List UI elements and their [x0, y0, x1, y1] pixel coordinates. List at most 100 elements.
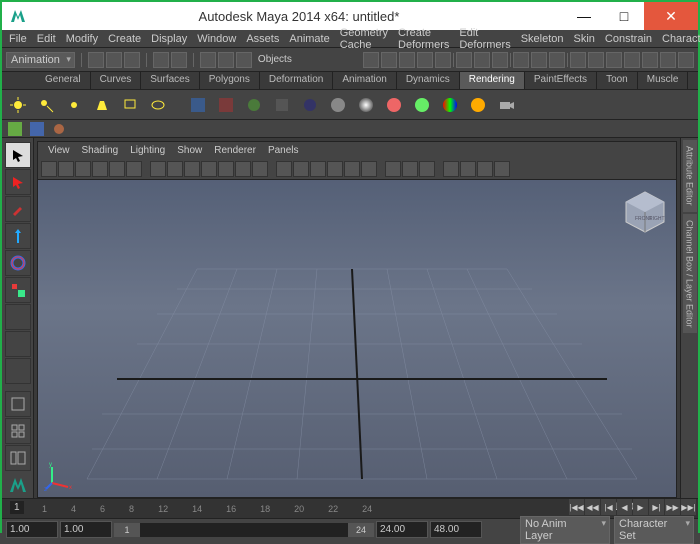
safe-title-icon[interactable] [252, 161, 268, 177]
outliner-icon[interactable] [624, 52, 640, 68]
select-component-icon[interactable] [236, 52, 252, 68]
smooth-shade-icon[interactable] [293, 161, 309, 177]
select-hierarchy-icon[interactable] [200, 52, 216, 68]
resolution-gate-icon[interactable] [184, 161, 200, 177]
range-slider[interactable]: 1 24 [114, 523, 374, 537]
shelf-tab-dynamics[interactable]: Dynamics [397, 72, 460, 89]
wire-on-shaded-icon[interactable] [344, 161, 360, 177]
select-tool[interactable] [5, 142, 31, 168]
hypershade-icon[interactable] [298, 93, 322, 117]
layout-single-icon[interactable] [570, 52, 586, 68]
batch-render-icon[interactable] [270, 93, 294, 117]
input-op-icon[interactable] [456, 52, 472, 68]
shelf-tab-rendering[interactable]: Rendering [460, 72, 525, 89]
shelf-tab-deformation[interactable]: Deformation [260, 72, 333, 89]
render-frame-icon[interactable] [513, 52, 529, 68]
paint-select-tool[interactable] [5, 196, 31, 222]
close-button[interactable]: ✕ [644, 2, 698, 30]
layered-icon[interactable] [466, 93, 490, 117]
view-cube[interactable]: FRONT RIGHT [622, 188, 668, 234]
soft-mod-tool[interactable] [5, 331, 31, 357]
menu-skin[interactable]: Skin [569, 33, 600, 45]
open-scene-icon[interactable] [106, 52, 122, 68]
step-forward-key-button[interactable]: ▶▶ [665, 499, 680, 515]
camera-icon[interactable] [494, 93, 518, 117]
select-object-icon[interactable] [218, 52, 234, 68]
go-to-start-button[interactable]: |◀◀ [569, 499, 584, 515]
menu-edit-deformers[interactable]: Edit Deformers [454, 27, 515, 51]
shelf-tab-surfaces[interactable]: Surfaces [141, 72, 199, 89]
single-perspective-layout[interactable] [5, 391, 31, 417]
universal-manip-tool[interactable] [5, 304, 31, 330]
snap-grid-icon[interactable] [363, 52, 379, 68]
redo-icon[interactable] [171, 52, 187, 68]
maya-help-icon[interactable] [5, 472, 31, 498]
menu-window[interactable]: Window [192, 33, 241, 45]
texture-3d-icon[interactable] [50, 121, 68, 137]
field-chart-icon[interactable] [218, 161, 234, 177]
film-gate-icon[interactable] [167, 161, 183, 177]
anim-start-field[interactable] [6, 521, 58, 538]
menu-edit[interactable]: Edit [32, 33, 61, 45]
maximize-button[interactable]: □ [604, 2, 644, 30]
viewport-renderer-icon[interactable] [443, 161, 459, 177]
ipr-render-icon[interactable] [531, 52, 547, 68]
bookmark-icon[interactable] [75, 161, 91, 177]
render-globals-icon[interactable] [242, 93, 266, 117]
lock-camera-icon[interactable] [58, 161, 74, 177]
menu-display[interactable]: Display [146, 33, 192, 45]
four-view-layout[interactable] [5, 418, 31, 444]
ambient-light-icon[interactable] [6, 93, 30, 117]
range-handle-end[interactable]: 24 [348, 523, 374, 537]
blinn-icon[interactable] [354, 93, 378, 117]
anisotropic-icon[interactable] [410, 93, 434, 117]
lambert-icon[interactable] [326, 93, 350, 117]
scale-tool[interactable] [5, 277, 31, 303]
view-menu-show[interactable]: Show [171, 145, 208, 156]
anim-end-field[interactable] [430, 521, 482, 538]
render-icon[interactable] [186, 93, 210, 117]
use-lights-icon[interactable] [310, 161, 326, 177]
toggle-channel-icon[interactable] [678, 52, 694, 68]
volume-light-icon[interactable] [146, 93, 170, 117]
step-back-frame-button[interactable]: |◀ [601, 499, 616, 515]
play-backward-button[interactable]: ◀ [617, 499, 632, 515]
shadows-icon[interactable] [327, 161, 343, 177]
step-back-key-button[interactable]: ◀◀ [585, 499, 600, 515]
menu-create-deformers[interactable]: Create Deformers [393, 27, 454, 51]
texture-psd-icon[interactable] [28, 121, 46, 137]
menu-animate[interactable]: Animate [284, 33, 334, 45]
menu-skeleton[interactable]: Skeleton [516, 33, 569, 45]
grease-pencil-icon[interactable] [126, 161, 142, 177]
undo-icon[interactable] [153, 52, 169, 68]
lasso-tool[interactable] [5, 169, 31, 195]
area-light-icon[interactable] [118, 93, 142, 117]
go-to-end-button[interactable]: ▶▶| [681, 499, 696, 515]
script-editor-icon[interactable] [660, 52, 676, 68]
xray-joints-icon[interactable] [419, 161, 435, 177]
hypershade-icon[interactable] [606, 52, 622, 68]
render-settings-icon[interactable] [549, 52, 565, 68]
select-camera-icon[interactable] [41, 161, 57, 177]
shelf-tab-painteffects[interactable]: PaintEffects [525, 72, 597, 89]
perspective-viewport[interactable]: FRONT RIGHT y x z [38, 180, 676, 497]
spot-light-icon[interactable] [90, 93, 114, 117]
2d-pan-icon[interactable] [109, 161, 125, 177]
minimize-button[interactable]: — [564, 2, 604, 30]
view-menu-shading[interactable]: Shading [76, 145, 125, 156]
attribute-editor-tab[interactable]: Attribute Editor [683, 140, 697, 212]
rotate-tool[interactable] [5, 250, 31, 276]
graph-editor-icon[interactable] [642, 52, 658, 68]
menu-geometry-cache[interactable]: Geometry Cache [335, 27, 393, 51]
play-forward-button[interactable]: ▶ [633, 499, 648, 515]
gate-mask-icon[interactable] [201, 161, 217, 177]
show-manip-tool[interactable] [5, 358, 31, 384]
motion-blur-icon[interactable] [494, 161, 510, 177]
anim-layer-dropdown[interactable]: No Anim Layer [520, 516, 610, 544]
view-menu-view[interactable]: View [42, 145, 76, 156]
module-selector[interactable]: Animation [6, 52, 75, 68]
channel-box-tab[interactable]: Channel Box / Layer Editor [683, 214, 697, 334]
save-scene-icon[interactable] [124, 52, 140, 68]
view-menu-renderer[interactable]: Renderer [208, 145, 262, 156]
snap-point-icon[interactable] [399, 52, 415, 68]
